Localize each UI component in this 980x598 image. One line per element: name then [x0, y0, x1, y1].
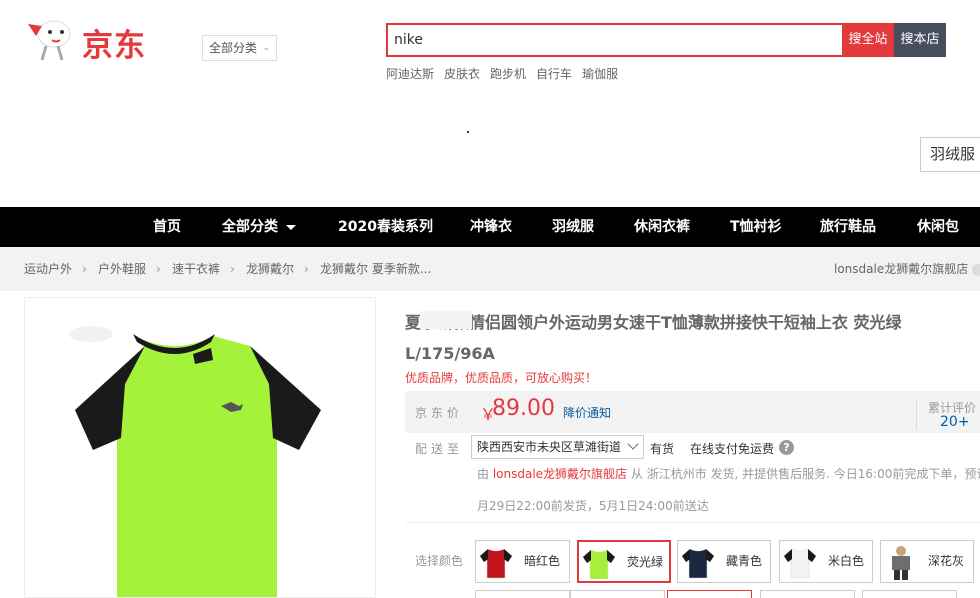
nav-item-casual[interactable]: 休闲衣裤: [634, 207, 690, 247]
tshirt-image: [69, 326, 321, 597]
hotwords: 阿迪达斯 皮肤衣 跑步机 自行车 瑜伽服: [386, 65, 618, 82]
shop-link[interactable]: lonsdale龙狮戴尔旗舰店: [834, 247, 968, 291]
divider: [916, 400, 917, 430]
hotword-link[interactable]: 皮肤衣: [444, 65, 480, 82]
ship-location-select[interactable]: 陕西西安市未央区草滩街道: [471, 435, 644, 459]
color-swatch[interactable]: 深花灰: [880, 540, 974, 583]
review-count[interactable]: 20+: [940, 414, 970, 430]
nav-item-home[interactable]: 首页: [153, 207, 181, 247]
title-redaction: [420, 311, 472, 329]
color-swatch[interactable]: 荧光绿: [577, 540, 671, 583]
search-input[interactable]: nike: [386, 23, 843, 57]
decorative-dot: [467, 131, 469, 133]
main-nav: 首页 全部分类 2020春装系列 冲锋衣 羽绒服 休闲衣裤 T恤衬衫 旅行鞋品 …: [0, 207, 980, 247]
size-option[interactable]: [475, 590, 570, 598]
ship-location: 陕西西安市未央区草滩街道: [477, 440, 622, 454]
nav-item-jacket[interactable]: 冲锋衣: [470, 207, 512, 247]
side-promo-button[interactable]: 羽绒服: [920, 137, 980, 172]
breadcrumb-item[interactable]: 户外鞋服: [98, 247, 146, 291]
search-store-button[interactable]: 搜本店: [894, 23, 946, 57]
color-swatch-label: 荧光绿: [627, 555, 664, 569]
ship-time: 月29日22:00前发货，5月1日24:00前送达: [477, 499, 709, 513]
tshirt-thumbnail-icon: [582, 549, 616, 580]
hotword-link[interactable]: 跑步机: [490, 65, 526, 82]
chevron-down-icon: [627, 438, 639, 450]
hotword-link[interactable]: 阿迪达斯: [386, 65, 434, 82]
help-icon[interactable]: ?: [779, 440, 794, 455]
breadcrumb-item[interactable]: 龙狮戴尔: [246, 247, 294, 291]
color-swatch-label: 米白色: [828, 554, 865, 568]
size-option[interactable]: [862, 590, 957, 598]
logo-text: 京东: [82, 28, 146, 64]
divider: [405, 522, 980, 523]
color-swatch-label: 暗红色: [524, 554, 561, 568]
model-thumbnail-icon: [892, 546, 910, 580]
price-notify-link[interactable]: 降价通知: [563, 404, 611, 421]
nav-item-down[interactable]: 羽绒服: [552, 207, 594, 247]
price-label: 京东价: [415, 406, 464, 420]
hotword-link[interactable]: 自行车: [536, 65, 572, 82]
seller-shop-link[interactable]: lonsdale龙狮戴尔旗舰店: [493, 467, 627, 481]
chevron-down-icon: ⌄: [262, 43, 270, 53]
seller-info: 由 lonsdale龙狮戴尔旗舰店 从 浙江杭州市 发货, 并提供售后服务. 今…: [477, 465, 980, 482]
product-title: 夏季新款情侣圆领户外运动男女速干T恤薄款拼接快干短袖上衣 荧光绿 L/175/9…: [405, 313, 902, 363]
nav-item-tshirt[interactable]: T恤衬衫: [730, 207, 782, 247]
color-swatch[interactable]: 暗红色: [475, 540, 570, 583]
product-main-image[interactable]: [24, 297, 376, 598]
tshirt-thumbnail-icon: [681, 548, 715, 579]
price-value: 89.00: [492, 396, 555, 421]
breadcrumb-separator-icon: ›: [156, 262, 161, 276]
joy-dog-icon: [28, 20, 71, 61]
size-option[interactable]: [570, 590, 665, 598]
ship-note: 在线支付免运费: [690, 442, 775, 456]
nav-item-bags[interactable]: 休闲包: [917, 207, 959, 247]
nav-item-all-categories[interactable]: 全部分类: [222, 207, 296, 247]
product-promo: 优质品牌，优质品质，可放心购买！: [405, 371, 598, 385]
breadcrumb-item[interactable]: 速干衣裤: [172, 247, 220, 291]
color-swatch-label: 深花灰: [928, 554, 965, 568]
nav-item-travel-shoes[interactable]: 旅行鞋品: [820, 207, 876, 247]
hotword-link[interactable]: 瑜伽服: [582, 65, 618, 82]
search-all-button[interactable]: 搜全站: [842, 23, 894, 57]
shop-follow-icon[interactable]: [972, 264, 980, 276]
breadcrumb-item[interactable]: 运动户外: [24, 247, 72, 291]
size-option-selected[interactable]: [667, 590, 752, 598]
color-swatch-label: 藏青色: [726, 554, 763, 568]
color-label: 选择颜色: [415, 554, 464, 568]
tshirt-thumbnail-icon: [783, 548, 817, 579]
tshirt-thumbnail-icon: [479, 548, 513, 579]
breadcrumb-separator-icon: ›: [82, 262, 87, 276]
breadcrumb: 运动户外 › 户外鞋服 › 速干衣裤 › 龙狮戴尔 › 龙狮戴尔 夏季新款...: [0, 247, 980, 291]
color-swatch[interactable]: 米白色: [779, 540, 873, 583]
breadcrumb-separator-icon: ›: [230, 262, 235, 276]
category-select[interactable]: 全部分类 ⌄: [202, 35, 277, 61]
ship-label: 配送至: [415, 442, 464, 456]
seller-prefix: 由: [477, 467, 493, 481]
size-option[interactable]: [760, 590, 855, 598]
category-select-label: 全部分类: [209, 41, 258, 55]
seller-suffix: 从 浙江杭州市 发货, 并提供售后服务. 今日16:00前完成下单，预计: [627, 467, 980, 481]
caret-down-icon: [286, 224, 296, 230]
stock-status: 有货: [650, 442, 675, 456]
nav-item-label: 全部分类: [222, 219, 278, 235]
breadcrumb-separator-icon: ›: [304, 262, 309, 276]
breadcrumb-current: 龙狮戴尔 夏季新款...: [320, 262, 432, 276]
nav-item-spring[interactable]: 2020春装系列: [338, 207, 433, 247]
color-swatch[interactable]: 藏青色: [677, 540, 771, 583]
